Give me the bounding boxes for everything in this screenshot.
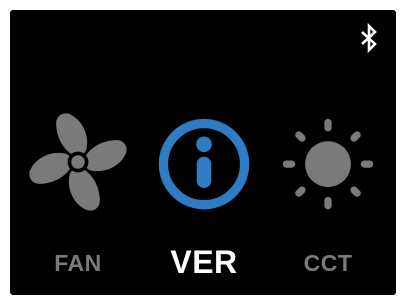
menu-label-fan: FAN — [54, 250, 102, 276]
fan-icon — [29, 113, 127, 211]
info-icon — [158, 118, 250, 210]
menu-label-ver: VER — [170, 244, 238, 280]
menu-item-ver[interactable]: VER — [144, 110, 264, 285]
sun-icon — [282, 118, 374, 210]
menu-item-cct[interactable]: CCT — [268, 110, 388, 285]
bluetooth-icon — [361, 23, 377, 53]
menu-label-cct: CCT — [303, 250, 353, 276]
menu-item-fan[interactable]: FAN — [18, 110, 138, 285]
device-screen: FAN VER CCT — [10, 10, 396, 295]
